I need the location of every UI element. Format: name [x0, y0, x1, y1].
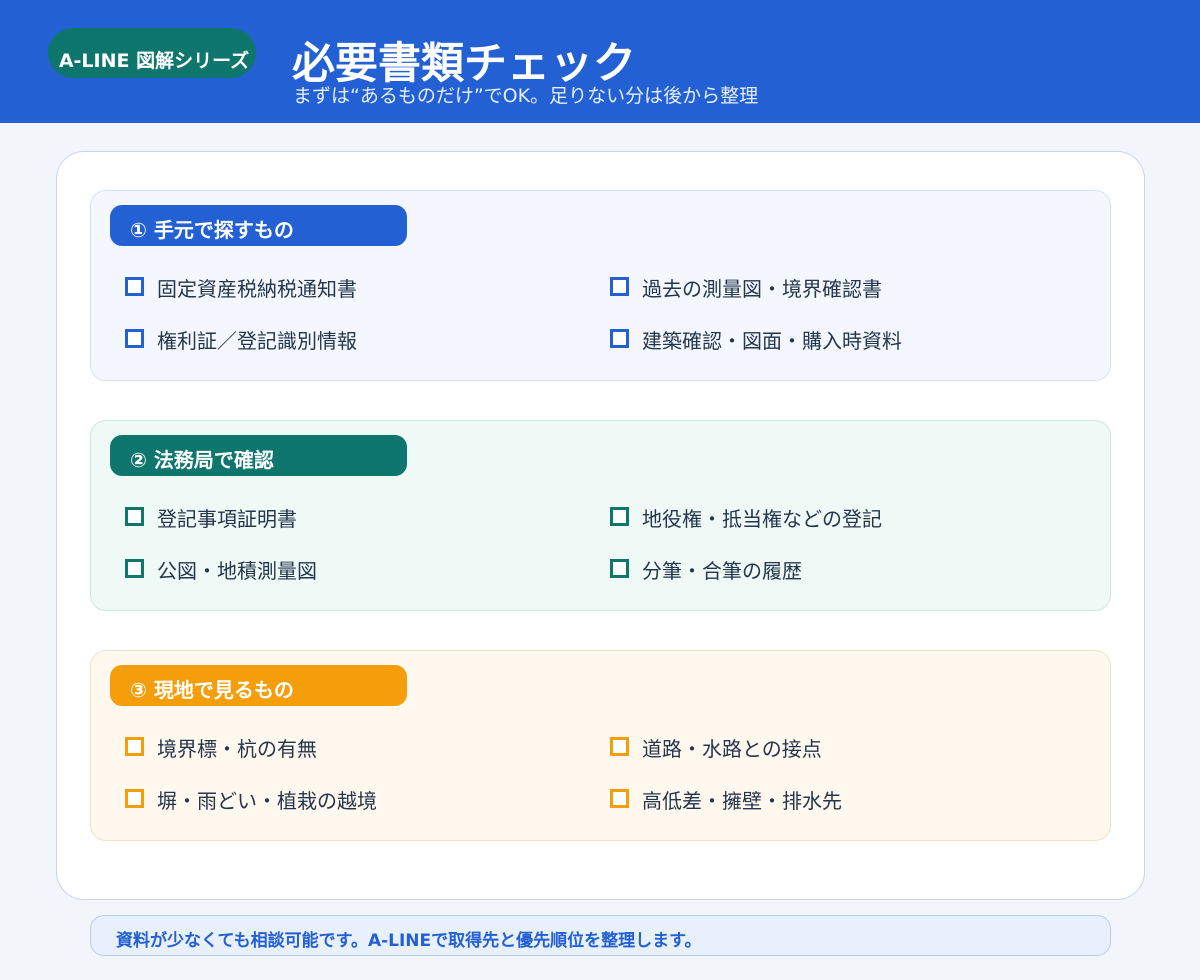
- series-badge: A-LINE 図解シリーズ: [48, 28, 256, 78]
- checkbox[interactable]: [125, 737, 144, 756]
- section-on-site: ③ 現地で見るもの 境界標・杭の有無 道路・水路との接点 塀・雨どい・植栽の越境…: [90, 650, 1111, 841]
- page-subtitle: まずは“あるものだけ”でOK。足りない分は後から整理: [293, 85, 759, 107]
- checkbox[interactable]: [610, 789, 629, 808]
- section-title-badge: ② 法務局で確認: [110, 435, 407, 476]
- item-label: 登記事項証明書: [157, 507, 297, 531]
- checkbox[interactable]: [125, 559, 144, 578]
- section-legal-bureau: ② 法務局で確認 登記事項証明書 地役権・抵当権などの登記 公図・地積測量図 分…: [90, 420, 1111, 611]
- checkbox[interactable]: [610, 507, 629, 526]
- item-label: 公図・地積測量図: [157, 559, 317, 583]
- checkbox[interactable]: [125, 277, 144, 296]
- footer-note: 資料が少なくても相談可能です。A-LINEで取得先と優先順位を整理します。: [90, 915, 1111, 956]
- item-label: 固定資産税納税通知書: [157, 277, 357, 301]
- checkbox[interactable]: [610, 559, 629, 578]
- item-label: 塀・雨どい・植栽の越境: [157, 789, 377, 813]
- item-label: 高低差・擁壁・排水先: [642, 789, 842, 813]
- item-label: 権利証／登記識別情報: [157, 329, 357, 353]
- checkbox[interactable]: [610, 737, 629, 756]
- item-label: 地役権・抵当権などの登記: [642, 507, 882, 531]
- checkbox[interactable]: [125, 507, 144, 526]
- item-label: 道路・水路との接点: [642, 737, 822, 761]
- checkbox[interactable]: [125, 789, 144, 808]
- item-label: 分筆・合筆の履歴: [642, 559, 802, 583]
- checkbox[interactable]: [610, 277, 629, 296]
- checkbox[interactable]: [125, 329, 144, 348]
- checkbox[interactable]: [610, 329, 629, 348]
- section-at-hand: ① 手元で探すもの 固定資産税納税通知書 過去の測量図・境界確認書 権利証／登記…: [90, 190, 1111, 381]
- item-label: 境界標・杭の有無: [157, 737, 317, 761]
- section-title-badge: ③ 現地で見るもの: [110, 665, 407, 706]
- section-title-badge: ① 手元で探すもの: [110, 205, 407, 246]
- item-label: 建築確認・図面・購入時資料: [642, 329, 902, 353]
- item-label: 過去の測量図・境界確認書: [642, 277, 882, 301]
- header-banner: A-LINE 図解シリーズ 必要書類チェック まずは“あるものだけ”でOK。足り…: [0, 0, 1200, 123]
